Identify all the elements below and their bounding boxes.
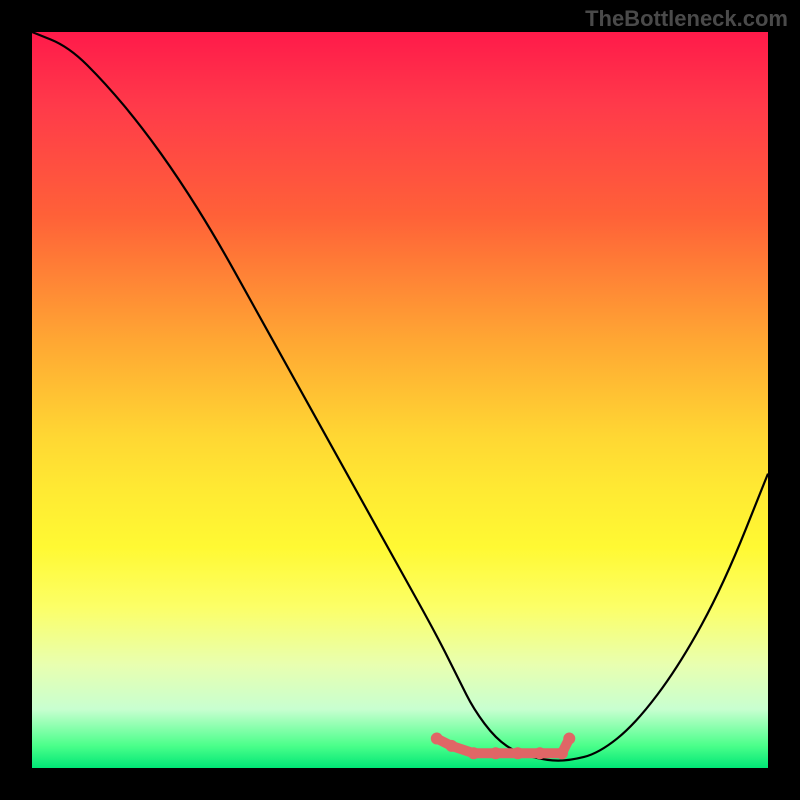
marker-dot: [490, 747, 502, 759]
chart-plot-area: [32, 32, 768, 768]
marker-dot: [563, 733, 575, 745]
bottleneck-curve-line: [32, 32, 768, 761]
marker-dot: [556, 747, 568, 759]
marker-dot: [431, 733, 443, 745]
marker-dot: [512, 747, 524, 759]
chart-svg: [32, 32, 768, 768]
marker-dot: [446, 740, 458, 752]
marker-dot: [468, 747, 480, 759]
marker-dot: [534, 747, 546, 759]
marker-group: [431, 733, 575, 760]
watermark-text: TheBottleneck.com: [585, 6, 788, 32]
